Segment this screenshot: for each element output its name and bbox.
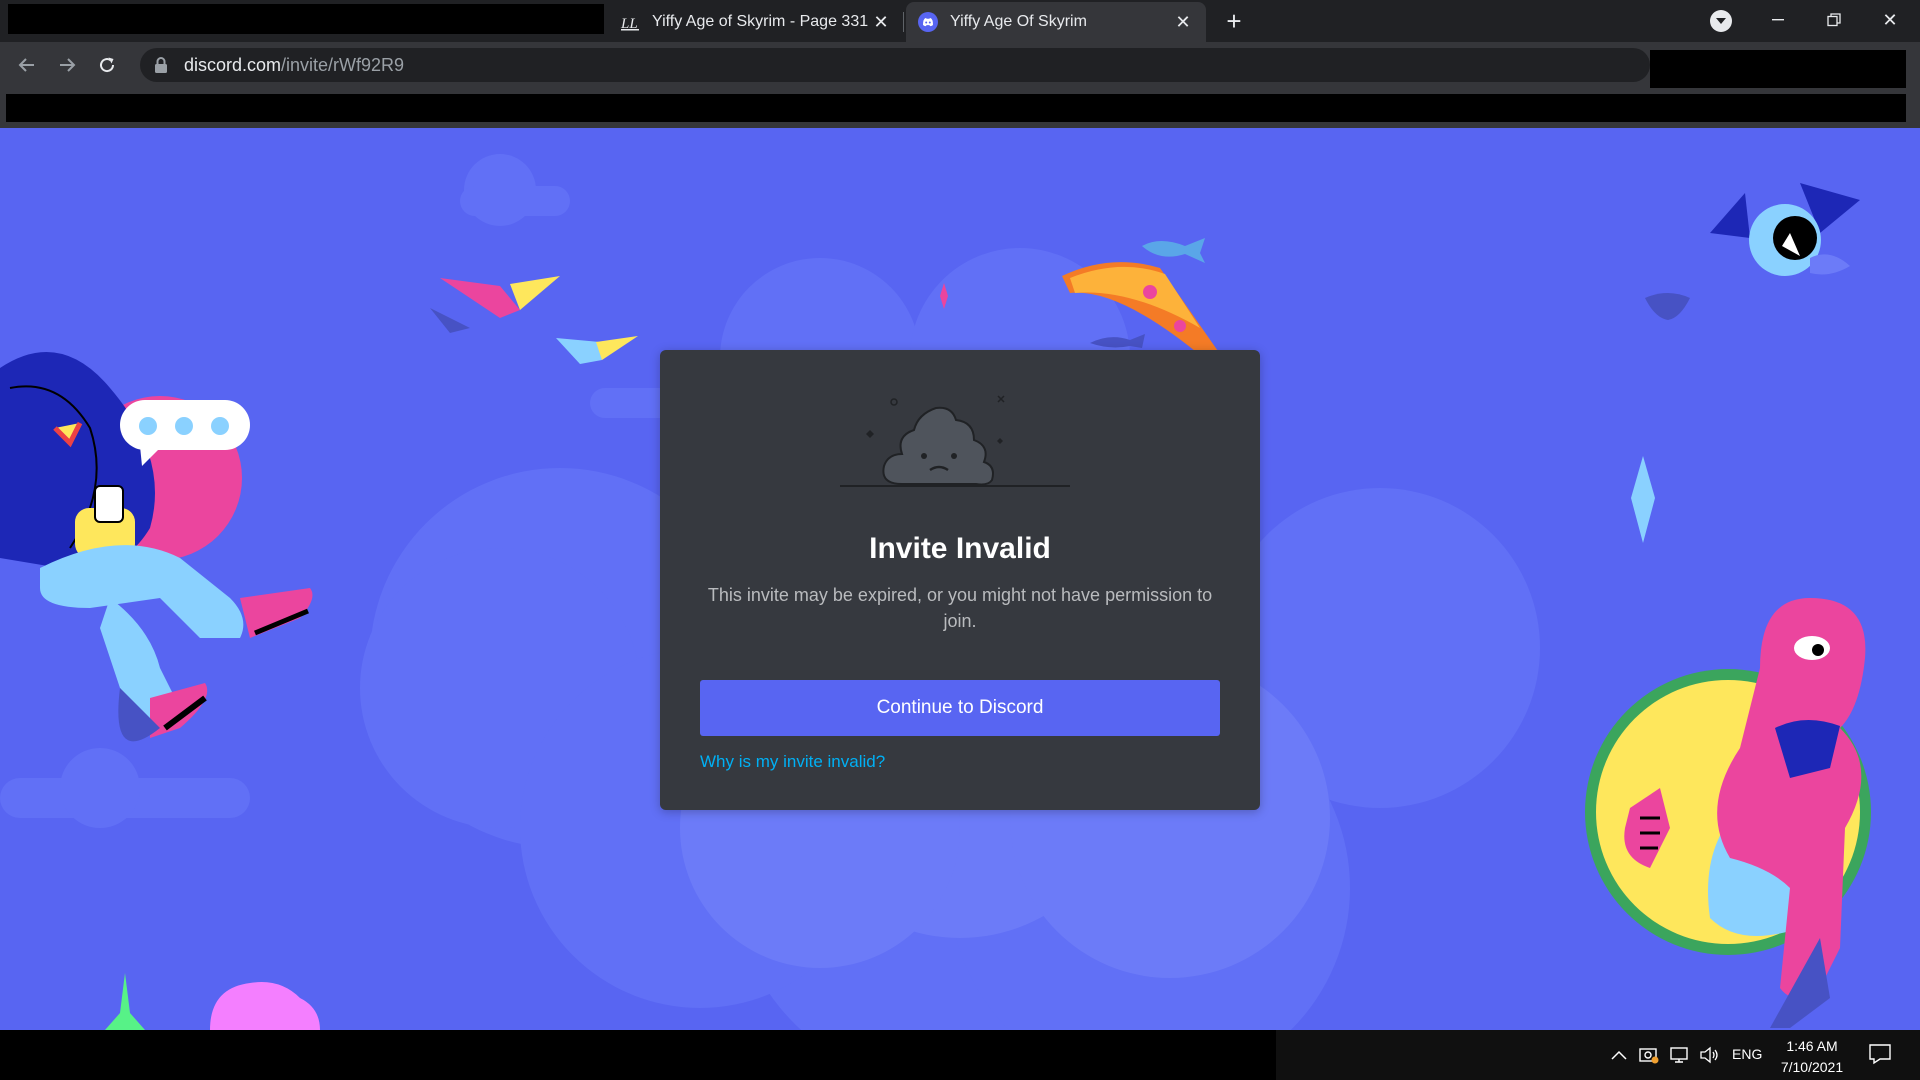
url-path: /invite/rWf92R9 bbox=[281, 54, 405, 75]
close-window-icon[interactable]: ✕ bbox=[1862, 0, 1918, 40]
url-host: discord.com bbox=[184, 54, 282, 75]
notification-center-icon[interactable] bbox=[1868, 1043, 1894, 1067]
volume-icon[interactable] bbox=[1698, 1045, 1720, 1065]
discord-icon bbox=[918, 12, 938, 32]
poop-icon bbox=[840, 395, 1070, 487]
tab-strip: LL Yiffy Age of Skyrim - Page 331 - Ł ✕ … bbox=[0, 0, 1920, 42]
security-icon[interactable] bbox=[1638, 1045, 1660, 1065]
minimize-icon[interactable] bbox=[1750, 0, 1806, 40]
clock-time: 1:46 AM bbox=[1786, 1038, 1838, 1054]
redacted-area bbox=[6, 94, 1906, 122]
card-title: Invite Invalid bbox=[869, 532, 1051, 565]
redacted-area bbox=[8, 4, 604, 34]
tab-forum[interactable]: LL Yiffy Age of Skyrim - Page 331 - Ł ✕ bbox=[608, 2, 904, 42]
card-message: This invite may be expired, or you might… bbox=[707, 585, 1213, 631]
invite-card: Invite Invalid This invite may be expire… bbox=[660, 350, 1260, 810]
forward-icon[interactable] bbox=[52, 50, 82, 80]
continue-to-discord-button[interactable]: Continue to Discord bbox=[700, 680, 1220, 736]
language-indicator[interactable]: ENG bbox=[1732, 1046, 1762, 1062]
chevron-up-icon[interactable] bbox=[1608, 1045, 1630, 1065]
url-text: discord.com/invite/rWf92R9 bbox=[184, 55, 404, 76]
clock[interactable]: 1:46 AM 7/10/2021 bbox=[1772, 1036, 1852, 1078]
restore-icon[interactable] bbox=[1806, 0, 1862, 40]
bookmarks-bar bbox=[0, 88, 1920, 128]
back-icon[interactable] bbox=[12, 50, 42, 80]
windows-taskbar: ENG 1:46 AM 7/10/2021 bbox=[0, 1030, 1920, 1080]
browser-toolbar: discord.com/invite/rWf92R9 bbox=[0, 42, 1920, 88]
redacted-area bbox=[1650, 50, 1906, 88]
forum-logo-icon: LL bbox=[620, 12, 640, 32]
clock-date: 7/10/2021 bbox=[1780, 1059, 1844, 1075]
invite-page: Invite Invalid This invite may be expire… bbox=[0, 128, 1920, 1030]
network-icon[interactable] bbox=[1668, 1045, 1690, 1065]
close-tab-icon[interactable]: ✕ bbox=[870, 11, 892, 33]
reload-icon[interactable] bbox=[92, 50, 122, 80]
close-tab-icon[interactable]: ✕ bbox=[1172, 11, 1194, 33]
tab-discord[interactable]: Yiffy Age Of Skyrim ✕ bbox=[906, 2, 1206, 42]
tab-title: Yiffy Age of Skyrim - Page 331 - Ł bbox=[652, 13, 870, 30]
address-bar[interactable]: discord.com/invite/rWf92R9 bbox=[140, 48, 1650, 82]
lock-icon[interactable] bbox=[154, 56, 170, 74]
profile-dropdown-icon[interactable] bbox=[1710, 10, 1732, 32]
tab-title: Yiffy Age Of Skyrim bbox=[950, 13, 1087, 30]
new-tab-button[interactable]: + bbox=[1220, 8, 1248, 36]
why-invalid-link[interactable]: Why is my invite invalid? bbox=[700, 752, 885, 772]
